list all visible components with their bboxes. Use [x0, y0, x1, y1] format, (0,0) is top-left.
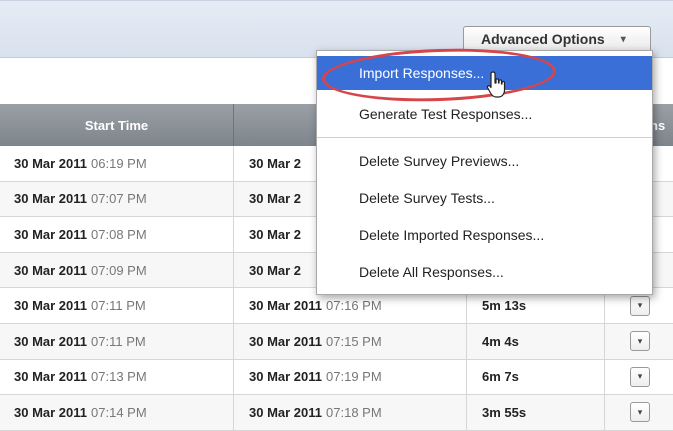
menu-separator — [317, 137, 652, 138]
end-date: 30 Mar 2 — [249, 191, 302, 207]
menu-item-delete-survey-tests[interactable]: Delete Survey Tests... — [317, 181, 652, 215]
duration: 6m 7s — [482, 369, 519, 385]
start-date: 30 Mar 2011 — [14, 155, 88, 171]
end-date: 30 Mar 2011 — [249, 404, 323, 420]
menu-item-delete-survey-previews[interactable]: Delete Survey Previews... — [317, 144, 652, 178]
duration: 4m 4s — [482, 333, 519, 349]
advanced-options-label: Advanced Options — [481, 31, 605, 47]
end-date: 30 Mar 2 — [249, 226, 302, 242]
end-date: 30 Mar 2 — [249, 155, 302, 171]
menu-item-delete-all-responses[interactable]: Delete All Responses... — [317, 255, 652, 289]
hand-pointer-icon — [486, 71, 506, 98]
start-time: 07:14 PM — [91, 404, 147, 420]
row-action-dropdown[interactable]: ▾ — [630, 295, 650, 316]
start-date: 30 Mar 2011 — [14, 226, 88, 242]
row-action-dropdown[interactable]: ▾ — [630, 402, 650, 423]
table-row[interactable]: 30 Mar 2011 07:14 PM 30 Mar 2011 07:18 PM … — [0, 395, 673, 431]
start-time: 07:08 PM — [91, 226, 147, 242]
duration: 3m 55s — [482, 404, 527, 420]
start-date: 30 Mar 2011 — [14, 191, 88, 207]
end-time: 07:18 PM — [326, 404, 382, 420]
start-date: 30 Mar 2011 — [14, 298, 88, 314]
start-date: 30 Mar 2011 — [14, 262, 88, 278]
end-time: 07:16 PM — [326, 298, 382, 314]
menu-item-generate-test-responses[interactable]: Generate Test Responses... — [317, 97, 652, 131]
start-time: 07:13 PM — [91, 369, 147, 385]
start-time: 07:07 PM — [91, 191, 147, 207]
end-time: 07:15 PM — [326, 333, 382, 349]
start-date: 30 Mar 2011 — [14, 404, 88, 420]
start-time: 07:11 PM — [91, 298, 146, 314]
end-date: 30 Mar 2 — [249, 262, 302, 278]
start-time: 07:11 PM — [91, 333, 146, 349]
row-action-dropdown[interactable]: ▾ — [630, 366, 650, 387]
table-row[interactable]: 30 Mar 2011 07:13 PM 30 Mar 2011 07:19 PM … — [0, 359, 673, 396]
chevron-down-icon: ▾ — [637, 335, 643, 346]
chevron-down-icon: ▾ — [637, 371, 643, 382]
advanced-options-button[interactable]: Advanced Options ▾ — [463, 26, 651, 52]
end-date: 30 Mar 2011 — [249, 333, 323, 349]
start-date: 30 Mar 2011 — [14, 333, 88, 349]
chevron-down-icon: ▾ — [637, 406, 643, 417]
chevron-down-icon: ▾ — [637, 300, 643, 311]
menu-item-delete-imported-responses[interactable]: Delete Imported Responses... — [317, 218, 652, 252]
chevron-down-icon: ▾ — [620, 33, 626, 45]
column-header-actions[interactable]: ns — [650, 104, 673, 146]
end-date: 30 Mar 2011 — [249, 369, 323, 385]
start-time: 07:09 PM — [91, 262, 147, 278]
row-action-dropdown[interactable]: ▾ — [630, 331, 650, 352]
column-header-start-time[interactable]: Start Time — [0, 104, 234, 146]
table-row[interactable]: 30 Mar 2011 07:11 PM 30 Mar 2011 07:15 PM … — [0, 323, 673, 360]
end-date: 30 Mar 2011 — [249, 298, 323, 314]
end-time: 07:19 PM — [326, 369, 382, 385]
start-date: 30 Mar 2011 — [14, 369, 88, 385]
start-time: 06:19 PM — [91, 155, 147, 171]
